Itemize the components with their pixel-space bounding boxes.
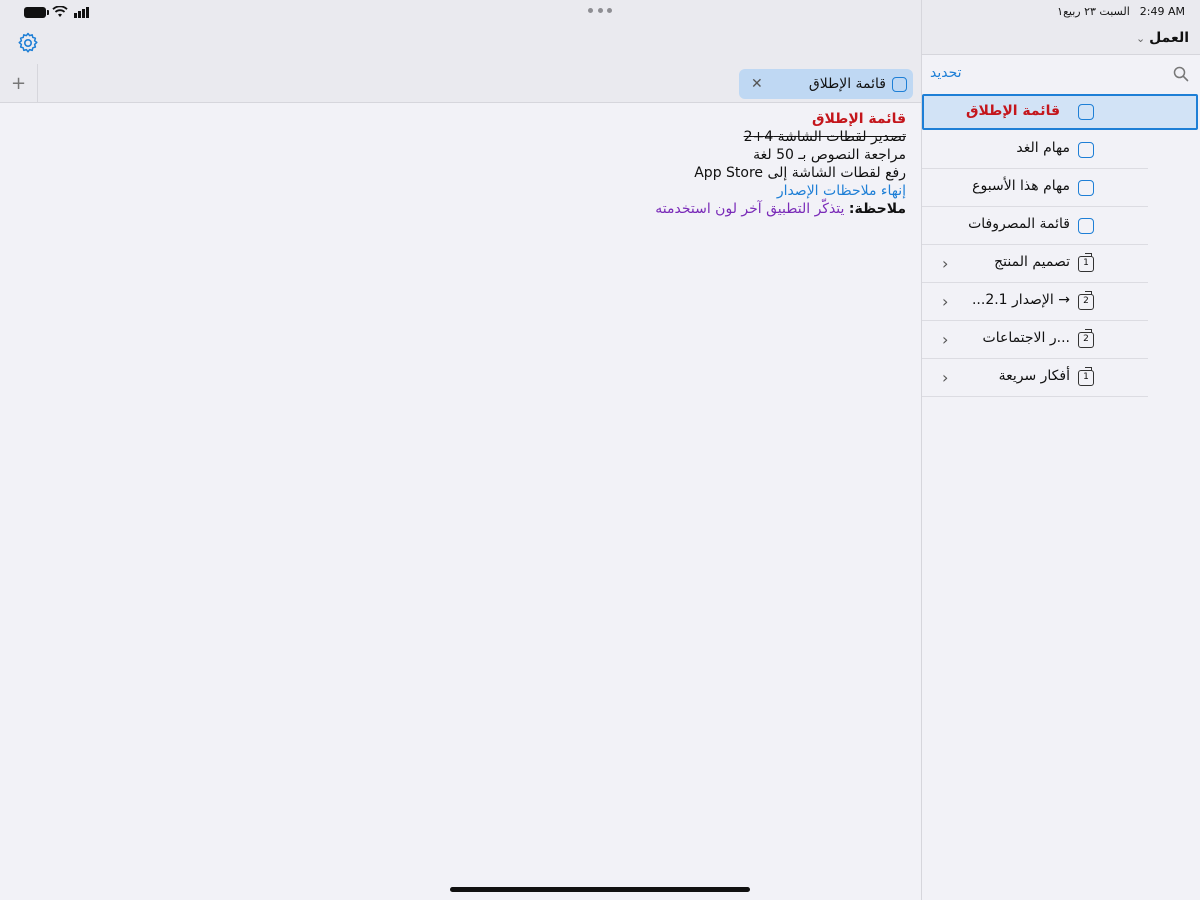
note-label: ملاحظة: (848, 201, 906, 217)
sidebar-item-label: قائمة الإطلاق (966, 103, 1060, 119)
note-icon (1078, 218, 1094, 234)
tab-strip: + قائمة الإطلاق ✕ (0, 64, 921, 103)
multitasking-dots-icon[interactable] (588, 2, 612, 18)
wifi-icon (52, 6, 68, 18)
status-date: السبت ٢٣ ربيع١ (1057, 4, 1130, 18)
status-time: 2:49 AM (1139, 4, 1185, 18)
sidebar-item-label: → الإصدار 2.1... (971, 292, 1070, 308)
signal-icon (74, 6, 90, 18)
status-icons (24, 4, 90, 20)
note-title[interactable]: قائمة الإطلاق (206, 110, 906, 128)
sidebar: السبت ٢٣ ربيع١ 2:49 AM العمل ⌄ تحديد قائ… (921, 0, 1200, 900)
status-bar: السبت ٢٣ ربيع١ 2:49 AM (1057, 4, 1185, 18)
battery-icon (24, 6, 49, 18)
stack-icon: 1 (1078, 253, 1094, 272)
note-text: يتذكّر التطبيق آخر لون استخدمته (655, 201, 849, 217)
sidebar-item-release-2-1[interactable]: 2 → الإصدار 2.1... ‹ (922, 283, 1148, 321)
note-icon (892, 76, 907, 92)
sidebar-item-label: مهام الغد (1016, 140, 1070, 156)
sidebar-item-tomorrow-tasks[interactable]: مهام الغد (922, 131, 1148, 169)
tab-label: قائمة الإطلاق (808, 76, 886, 92)
stack-icon: 2 (1078, 291, 1094, 310)
sidebar-item-launch-list[interactable]: قائمة الإطلاق (922, 94, 1198, 130)
chevron-down-icon: ⌄ (1135, 31, 1146, 45)
home-indicator[interactable] (450, 887, 750, 892)
sidebar-item-label: ...ر الاجتماعات (982, 330, 1070, 346)
note-footnote[interactable]: ملاحظة: يتذكّر التطبيق آخر لون استخدمته (206, 200, 906, 218)
note-icon (1078, 104, 1094, 120)
chevron-left-icon[interactable]: ‹ (942, 254, 948, 273)
stack-icon: 2 (1078, 329, 1094, 348)
folder-title: العمل (1149, 30, 1189, 46)
sidebar-item-label: مهام هذا الأسبوع (972, 178, 1070, 194)
settings-gear-icon[interactable] (16, 31, 40, 55)
note-line-1[interactable]: تصدير لقطات الشاشة 4+2 (206, 128, 906, 146)
notes-list: قائمة الإطلاق مهام الغد مهام هذا الأسبوع… (922, 94, 1200, 397)
folder-selector[interactable]: العمل ⌄ (1136, 28, 1189, 48)
sidebar-item-label: أفكار سريعة (998, 368, 1070, 384)
close-tab-icon[interactable]: ✕ (751, 76, 763, 92)
sidebar-header: السبت ٢٣ ربيع١ 2:49 AM العمل ⌄ (922, 0, 1200, 55)
stack-icon: 1 (1078, 367, 1094, 386)
search-icon[interactable] (1173, 66, 1189, 82)
note-icon (1078, 142, 1094, 158)
select-button[interactable]: تحديد (930, 65, 962, 81)
chevron-left-icon[interactable]: ‹ (942, 292, 948, 311)
add-tab-button[interactable]: + (0, 64, 38, 103)
chevron-left-icon[interactable]: ‹ (942, 368, 948, 387)
sidebar-item-label: قائمة المصروفات (968, 216, 1070, 232)
sidebar-item-expenses-list[interactable]: قائمة المصروفات (922, 207, 1148, 245)
note-editor[interactable]: قائمة الإطلاق تصدير لقطات الشاشة 4+2 مرا… (206, 110, 906, 218)
note-icon (1078, 180, 1094, 196)
sidebar-item-quick-ideas[interactable]: 1 أفكار سريعة ‹ (922, 359, 1148, 397)
note-line-4[interactable]: إنهاء ملاحظات الإصدار (206, 182, 906, 200)
note-line-3[interactable]: رفع لقطات الشاشة إلى App Store (206, 164, 906, 182)
app-window: + قائمة الإطلاق ✕ قائمة الإطلاق تصدير لق… (0, 0, 1200, 900)
sidebar-item-meetings[interactable]: 2 ...ر الاجتماعات ‹ (922, 321, 1148, 359)
note-line-2[interactable]: مراجعة النصوص بـ 50 لغة (206, 146, 906, 164)
main-toolbar: + قائمة الإطلاق ✕ (0, 0, 921, 103)
sidebar-item-product-design[interactable]: 1 تصميم المنتج ‹ (922, 245, 1148, 283)
sidebar-search-row: تحديد (922, 56, 1200, 94)
sidebar-item-label: تصميم المنتج (994, 254, 1070, 270)
tab-launch-list[interactable]: قائمة الإطلاق ✕ (739, 69, 913, 99)
main-pane: + قائمة الإطلاق ✕ قائمة الإطلاق تصدير لق… (0, 0, 921, 900)
chevron-left-icon[interactable]: ‹ (942, 330, 948, 349)
sidebar-item-week-tasks[interactable]: مهام هذا الأسبوع (922, 169, 1148, 207)
